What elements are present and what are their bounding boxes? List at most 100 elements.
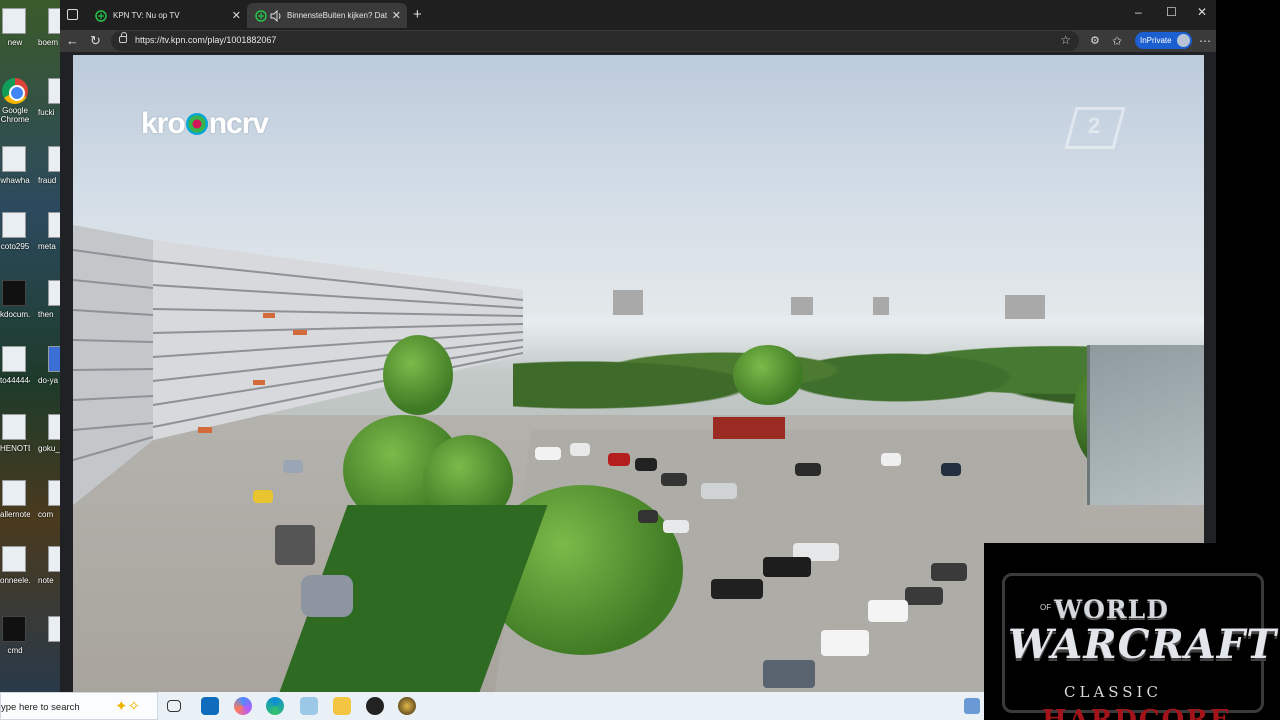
npo2-logo-number: 2: [1088, 113, 1101, 138]
file-icon: [2, 212, 26, 238]
outlook-icon[interactable]: [201, 697, 219, 715]
close-tab-icon[interactable]: ✕: [392, 9, 401, 22]
black-margin: [1216, 0, 1280, 545]
video-car: [881, 453, 901, 466]
video-glass-balcony: [1087, 345, 1204, 505]
kro-ncrv-dot-icon: [185, 113, 208, 135]
file-icon: [2, 280, 26, 306]
minimize-button[interactable]: –: [1135, 5, 1142, 19]
edge-icon[interactable]: [266, 697, 284, 715]
new-tab-button[interactable]: +: [413, 6, 422, 23]
desktop-icon-chrome[interactable]: Google Chrome fucki: [0, 74, 62, 140]
more-menu-icon[interactable]: ⋯: [1199, 32, 1211, 50]
tab-bar: KPN TV: Nu op TV ✕ BinnensteBuiten kijke…: [60, 0, 1216, 30]
desktop-icon-kdocum[interactable]: kdocum... then: [0, 276, 62, 342]
desktop-icon-label: HENOTE: [0, 444, 30, 453]
file-icon: [2, 146, 26, 172]
desktop-icon-label: new: [7, 38, 23, 47]
video-car: [711, 579, 763, 599]
desktop-icon-label: kdocum...: [0, 310, 30, 319]
tab-title: BinnensteBuiten kijken? Dat: [287, 11, 388, 20]
tab-binnenstebuiten[interactable]: BinnensteBuiten kijken? Dat ✕: [247, 3, 407, 28]
desktop-icon-label: com: [38, 510, 54, 519]
close-tab-icon[interactable]: ✕: [232, 9, 241, 22]
file-explorer-icon[interactable]: [333, 697, 351, 715]
desktop-icon-onneele[interactable]: onneele... note: [0, 542, 62, 608]
desktop-icon-label: allernote: [0, 510, 30, 519]
desktop-icon-label: fraud: [38, 176, 57, 185]
desktop-icon-allernote[interactable]: allernote com: [0, 476, 62, 542]
wow-classic-hardcore-overlay: OF WORLD WARCRAFT CLASSIC HARDCORE: [984, 543, 1280, 720]
channel-logo-kro: kro: [141, 107, 186, 140]
file-icon: [2, 414, 26, 440]
desktop-icon-label: then: [38, 310, 54, 319]
video-car: [795, 463, 821, 476]
notepad-icon[interactable]: [300, 697, 318, 715]
task-view-icon[interactable]: [167, 700, 181, 712]
video-covered-vehicle: [301, 575, 353, 617]
extensions-icon[interactable]: ⚙: [1090, 32, 1100, 50]
video-car: [608, 453, 630, 466]
video-car: [570, 443, 590, 456]
address-bar[interactable]: https://tv.kpn.com/play/1001882067 ☆: [111, 31, 1079, 51]
address-url[interactable]: https://tv.kpn.com/play/1001882067: [135, 35, 276, 45]
kpn-favicon-icon: [255, 9, 267, 22]
desktop-icon-label: to444444: [0, 376, 30, 385]
inprivate-label: InPrivate: [1140, 36, 1172, 45]
desktop-icon-label: meta: [38, 242, 56, 251]
avatar[interactable]: [1177, 34, 1190, 47]
tab-actions-icon[interactable]: [67, 9, 78, 20]
lock-icon[interactable]: [119, 32, 127, 43]
npo2-logo: 2: [1070, 107, 1118, 147]
search-placeholder[interactable]: ype here to search: [1, 702, 80, 713]
tab-kpn-tv[interactable]: KPN TV: Nu op TV ✕: [87, 3, 247, 28]
video-container: [713, 417, 785, 439]
kpn-favicon-icon: [95, 9, 107, 22]
video-car: [253, 490, 273, 503]
video-car: [931, 563, 967, 581]
video-tree: [733, 345, 803, 405]
desktop-icon-label: cmd: [7, 646, 23, 655]
desktop-icon-label: whawha: [0, 176, 30, 185]
wow-title-world: WORLD: [1054, 595, 1169, 624]
desktop-icon-label: boem: [38, 38, 59, 47]
back-button[interactable]: ←: [66, 32, 79, 50]
desktop-icon-label: Google Chrome: [0, 106, 30, 124]
taskbar-app-icon[interactable]: [964, 698, 980, 714]
refresh-button[interactable]: ↻: [90, 32, 101, 50]
taskbar-search[interactable]: ype here to search ✦✧: [0, 692, 158, 720]
speaker-icon[interactable]: [270, 9, 282, 22]
wow-title-hardcore: HARDCORE: [1042, 705, 1232, 720]
favorite-star-icon[interactable]: ☆: [1060, 33, 1071, 47]
desktop-icon-whawha[interactable]: whawha fraud: [0, 142, 62, 208]
desktop-icon-cmd[interactable]: cmd: [0, 612, 62, 678]
copilot-sparkle-icon[interactable]: ✦✧: [115, 697, 140, 715]
file-icon: [2, 346, 26, 372]
desktop-icon-label: onneele...: [0, 576, 30, 585]
desktop-icon-henote[interactable]: HENOTE goku_: [0, 410, 62, 476]
wow-of: OF: [1040, 603, 1052, 612]
close-window-button[interactable]: ✕: [1197, 5, 1207, 19]
desktop-icon-new[interactable]: new boem: [0, 4, 62, 70]
screen: new boem Google Chrome fucki whawha frau…: [0, 0, 1280, 720]
video-truck: [275, 525, 315, 565]
desktop-icon-label: goku_: [38, 444, 60, 453]
inprivate-badge[interactable]: InPrivate: [1135, 32, 1192, 49]
video-car: [635, 458, 657, 471]
desktop-icon-label: do-ya: [38, 376, 59, 385]
maximize-button[interactable]: ☐: [1166, 5, 1177, 19]
desktop-icon-label: coto295: [0, 242, 30, 251]
channel-logo: kro ncrv: [141, 107, 269, 141]
wow-title-classic: CLASSIC: [1064, 683, 1162, 701]
copilot-icon[interactable]: [234, 697, 252, 715]
video-car: [763, 660, 815, 688]
desktop-icon-to444444[interactable]: to444444 do-ya: [0, 342, 62, 408]
wow-icon[interactable]: [398, 697, 416, 715]
video-car: [868, 600, 908, 622]
favorites-icon[interactable]: ✩: [1112, 32, 1122, 50]
video-car: [638, 510, 658, 523]
video-car: [663, 520, 689, 533]
desktop-icon-label: fucki: [38, 108, 55, 117]
desktop-icon-coto295[interactable]: coto295 meta: [0, 208, 62, 274]
app-icon[interactable]: [366, 697, 384, 715]
